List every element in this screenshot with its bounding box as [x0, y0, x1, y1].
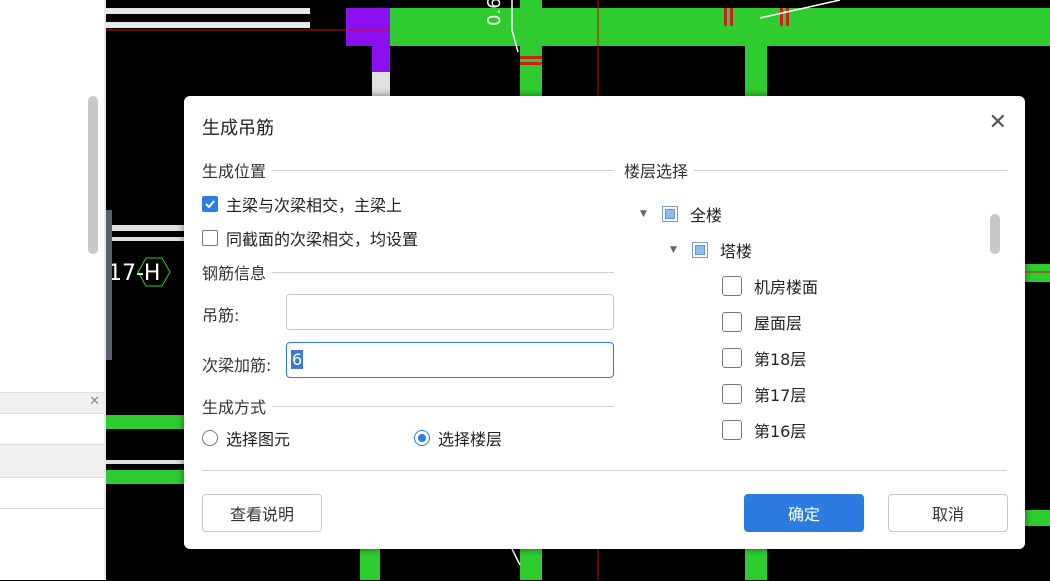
cancel-button[interactable]: 取消	[888, 494, 1008, 532]
radio-select-floor[interactable]: 选择楼层	[414, 426, 502, 450]
list-item[interactable]	[0, 478, 104, 509]
secondary-rebar-input[interactable]: 6	[286, 342, 614, 378]
tree-item-label: 塔楼	[720, 242, 753, 261]
cad-beam	[360, 549, 380, 580]
cad-rebar-mark	[520, 62, 542, 65]
cad-rebar-mark	[730, 8, 733, 26]
hanger-input[interactable]	[286, 294, 614, 330]
section-divider	[272, 271, 614, 273]
left-panel-divider[interactable]	[104, 0, 106, 580]
tree-item-floor[interactable]: 机房楼面	[722, 274, 818, 298]
cad-beam	[520, 0, 542, 110]
secondary-rebar-input-value: 6	[291, 350, 304, 369]
close-icon[interactable]: ✕	[989, 108, 1007, 138]
checkbox-icon[interactable]	[722, 312, 742, 332]
rebar-section-header: 钢筋信息	[202, 260, 614, 284]
checkbox-partial-icon[interactable]	[662, 206, 678, 222]
checkbox-partial-icon[interactable]	[692, 242, 708, 258]
close-icon[interactable]: ✕	[89, 394, 100, 409]
option-main-beam[interactable]: 主梁与次梁相交，主梁上	[202, 192, 402, 216]
option-label: 同截面的次梁相交，均设置	[226, 230, 419, 249]
footer-divider	[202, 470, 1007, 471]
section-divider	[272, 405, 614, 407]
checkbox-icon[interactable]	[722, 276, 742, 296]
cad-wall	[106, 225, 186, 231]
section-label: 生成方式	[202, 398, 267, 417]
radio-label: 选择图元	[226, 430, 291, 449]
cad-beam	[745, 549, 767, 580]
tree-item-label: 第18层	[754, 350, 807, 369]
section-divider	[272, 169, 614, 171]
cad-beam	[1025, 264, 1050, 282]
secondary-rebar-label: 次梁加筋:	[202, 356, 272, 375]
cad-wall	[106, 8, 310, 14]
properties-panel: ✕	[0, 392, 104, 581]
tree-item-label: 全楼	[690, 206, 723, 225]
cad-wall	[106, 460, 186, 464]
section-label: 楼层选择	[624, 162, 689, 181]
cad-beam	[520, 549, 542, 580]
left-panel: ✕	[0, 0, 106, 580]
tree-item-label: 第16层	[754, 422, 807, 441]
cad-rebar-mark	[780, 8, 783, 26]
cad-wall	[106, 237, 186, 241]
radio-icon[interactable]	[202, 430, 218, 446]
ok-button[interactable]: 确定	[744, 494, 864, 532]
cad-dim-label: 0.6	[484, 0, 505, 26]
list-item[interactable]	[0, 414, 104, 445]
option-same-section[interactable]: 同截面的次梁相交，均设置	[202, 226, 418, 250]
caret-down-icon[interactable]: ▼	[670, 245, 680, 255]
cad-beam	[106, 415, 186, 429]
radio-label: 选择楼层	[438, 430, 503, 449]
checkbox-icon[interactable]	[722, 420, 742, 440]
method-section-header: 生成方式	[202, 394, 614, 418]
tree-item-label: 第17层	[754, 386, 807, 405]
tree-item-tower[interactable]: ▼ 塔楼	[670, 238, 752, 262]
hanger-label: 吊筋:	[202, 306, 240, 325]
radio-select-element[interactable]: 选择图元	[202, 426, 290, 450]
radio-selected-icon[interactable]	[414, 430, 430, 446]
position-section-header: 生成位置	[202, 158, 614, 182]
section-divider	[694, 169, 1007, 171]
cad-wall	[106, 22, 310, 28]
cad-wall	[372, 72, 390, 96]
cad-beam	[106, 470, 186, 484]
caret-down-icon[interactable]: ▼	[640, 209, 650, 219]
list-item[interactable]	[0, 445, 104, 478]
floor-tree-scrollbar[interactable]	[990, 214, 1000, 254]
floor-section-header: 楼层选择	[624, 158, 1007, 182]
tree-item-all-floors[interactable]: ▼ 全楼	[640, 202, 722, 226]
tree-item-label: 机房楼面	[754, 278, 819, 297]
left-panel-scrollbar[interactable]	[88, 96, 98, 254]
dialog-title: 生成吊筋	[202, 118, 274, 139]
checkbox-icon[interactable]	[722, 384, 742, 404]
tree-item-floor[interactable]: 第16层	[722, 418, 806, 442]
section-label: 生成位置	[202, 162, 267, 181]
help-button[interactable]: 查看说明	[202, 494, 322, 532]
option-label: 主梁与次梁相交，主梁上	[226, 196, 403, 215]
checkbox-checked-icon[interactable]	[202, 196, 218, 212]
properties-panel-header: ✕	[0, 393, 104, 414]
tree-item-floor[interactable]: 第17层	[722, 382, 806, 406]
cad-rebar-mark	[724, 8, 727, 26]
cad-column	[346, 8, 372, 46]
section-label: 钢筋信息	[202, 264, 267, 283]
cad-rebar-mark	[786, 8, 789, 26]
tree-item-floor[interactable]: 第18层	[722, 346, 806, 370]
tree-item-floor[interactable]: 屋面层	[722, 310, 802, 334]
cad-rebar-mark	[520, 56, 542, 59]
checkbox-icon[interactable]	[202, 230, 218, 246]
tree-item-label: 屋面层	[754, 314, 803, 333]
cad-beam	[1025, 510, 1050, 526]
generate-hanger-dialog: 生成吊筋 ✕ 生成位置 主梁与次梁相交，主梁上 同截面的次梁相交，均设置 钢筋信…	[184, 96, 1025, 549]
checkbox-icon[interactable]	[722, 348, 742, 368]
cad-beam	[745, 20, 767, 100]
cad-axis-label: 17-H	[108, 261, 160, 286]
